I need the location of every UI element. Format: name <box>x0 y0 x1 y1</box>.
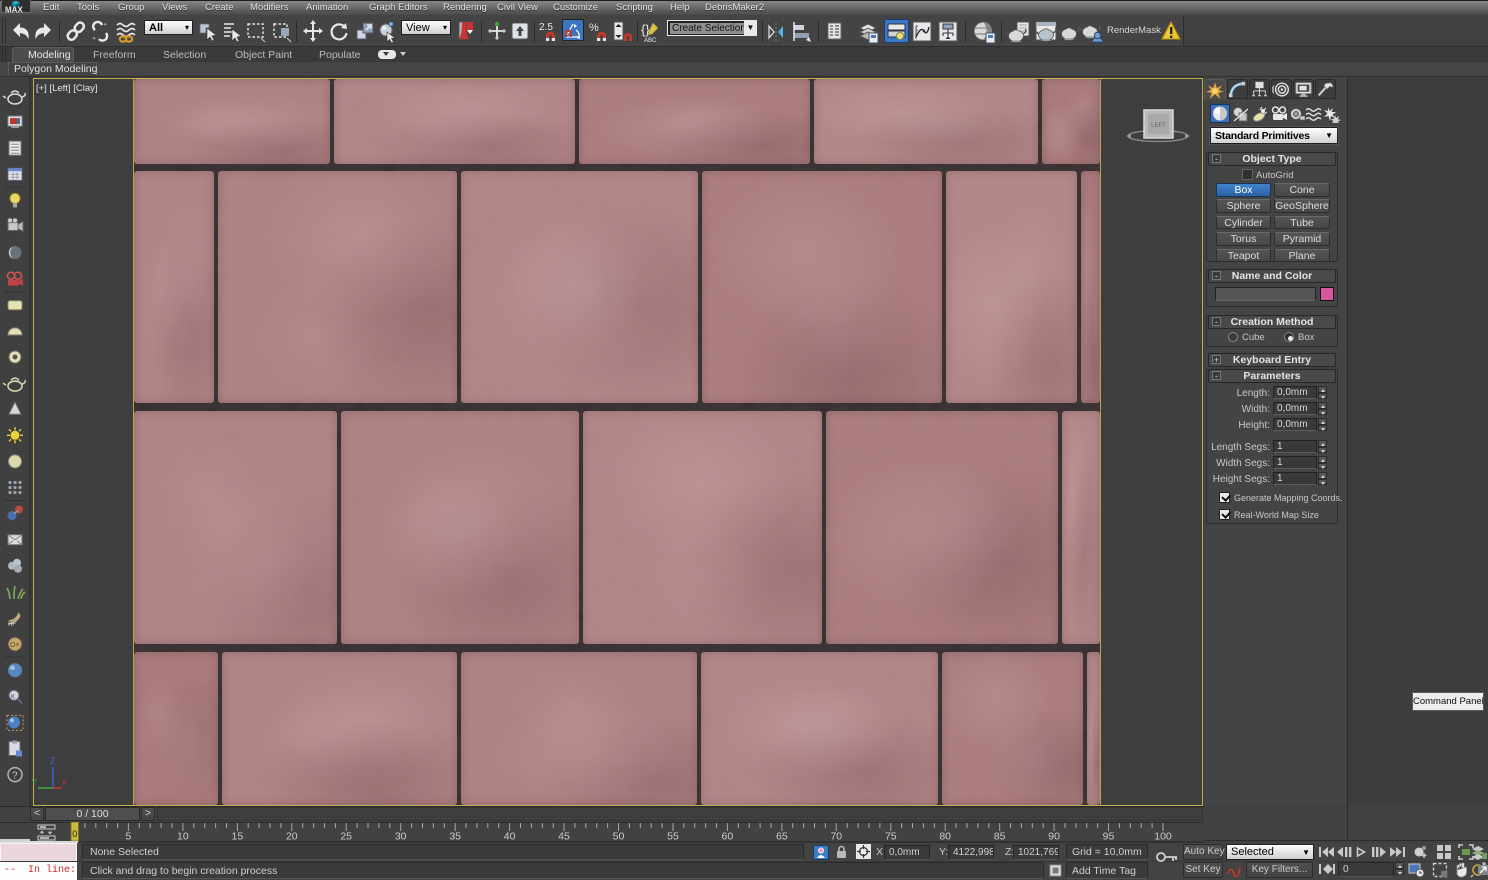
svg-text:90: 90 <box>1048 831 1060 843</box>
svg-text:Y: Y <box>31 777 37 787</box>
svg-text:?: ? <box>12 771 18 782</box>
svg-text:30: 30 <box>395 831 407 843</box>
svg-text:✦: ✦ <box>92 36 96 42</box>
svg-text:0: 0 <box>72 829 77 839</box>
svg-text:80: 80 <box>939 831 951 843</box>
svg-text:35: 35 <box>449 831 461 843</box>
svg-text:50: 50 <box>613 831 625 843</box>
svg-text:20: 20 <box>286 831 298 843</box>
svg-text:65: 65 <box>776 831 788 843</box>
svg-text:ABC: ABC <box>644 38 657 44</box>
svg-text:✦: ✦ <box>103 22 107 28</box>
svg-text:5: 5 <box>125 831 131 843</box>
svg-text:45: 45 <box>558 831 570 843</box>
svg-text:15: 15 <box>232 831 244 843</box>
svg-text:2.5: 2.5 <box>539 22 553 33</box>
svg-text:x: x <box>62 777 67 787</box>
svg-text:K: K <box>11 694 15 700</box>
svg-text:40: 40 <box>504 831 516 843</box>
svg-text:75: 75 <box>885 831 897 843</box>
svg-text:LEFT: LEFT <box>1151 123 1166 129</box>
svg-text:Z: Z <box>50 756 56 766</box>
svg-text:O×: O× <box>10 642 20 649</box>
svg-text:10: 10 <box>177 831 189 843</box>
svg-text:25: 25 <box>340 831 352 843</box>
svg-text:60: 60 <box>722 831 734 843</box>
svg-text:85: 85 <box>994 831 1006 843</box>
svg-text:100: 100 <box>1154 831 1172 843</box>
svg-text:70: 70 <box>830 831 842 843</box>
svg-text:HF: HF <box>8 622 16 628</box>
svg-text:%: % <box>589 22 599 34</box>
svg-text:55: 55 <box>667 831 679 843</box>
svg-text:95: 95 <box>1103 831 1115 843</box>
svg-text:MAX: MAX <box>5 6 23 14</box>
